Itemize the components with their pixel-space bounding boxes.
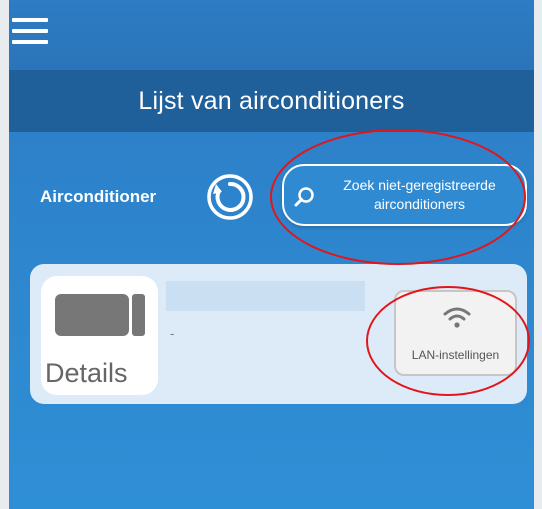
section-label: Airconditioner — [40, 187, 157, 206]
menu-line — [12, 18, 48, 22]
air-conditioner-card: Details - LAN-instellingen — [30, 264, 527, 404]
lan-settings-label: LAN-instellingen — [411, 348, 500, 362]
unit-status: - — [170, 326, 175, 341]
search-unregistered-button[interactable]: Zoek niet-geregistreerde airconditioners — [282, 164, 527, 226]
wifi-icon — [443, 307, 471, 328]
air-conditioner-icon — [55, 294, 145, 336]
unit-name — [166, 281, 365, 311]
search-button-label: Zoek niet-geregistreerde airconditioners — [343, 177, 496, 212]
details-button[interactable]: Details — [41, 276, 158, 395]
refresh-button[interactable] — [207, 174, 253, 220]
top-bar — [9, 0, 534, 70]
app-frame: Lijst van airconditioners Airconditioner… — [9, 0, 534, 509]
lan-settings-button[interactable]: LAN-instellingen — [394, 290, 517, 376]
refresh-icon — [207, 174, 253, 220]
page-title: Lijst van airconditioners — [138, 86, 405, 115]
menu-line — [12, 29, 48, 33]
hamburger-menu-icon[interactable] — [12, 16, 48, 46]
details-label: Details — [45, 358, 128, 388]
menu-line — [12, 40, 48, 44]
magnifier-icon — [294, 187, 314, 207]
title-bar: Lijst van airconditioners — [9, 70, 534, 132]
